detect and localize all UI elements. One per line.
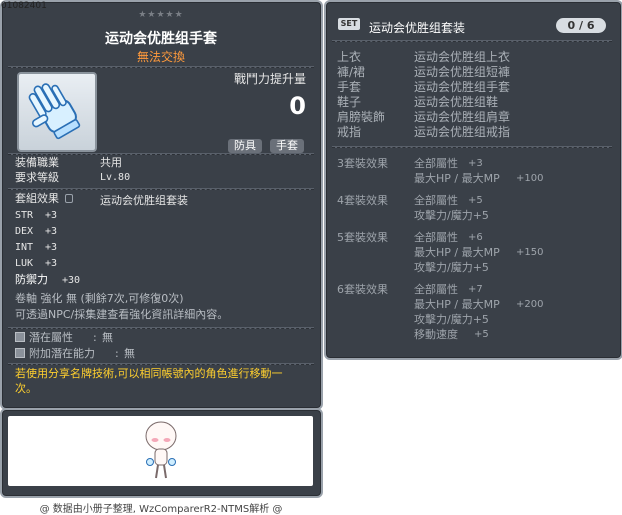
set-effect-value: +150 [516, 247, 544, 258]
bonus-potential-label: 附加潛在能力 [29, 347, 95, 360]
job-label: 装備職業 [15, 156, 59, 169]
set-effect-line: 攻擊力/魔力+5 [414, 209, 489, 222]
defense-value: +30 [62, 275, 81, 286]
set-effect-line: 移動速度 [414, 328, 458, 341]
power-increase-label: 戰鬥力提升量 [233, 72, 306, 86]
set-piece-slot: 肩膀裝飾 [337, 110, 386, 124]
potential-value: 無 [102, 331, 113, 344]
set-piece-slot: 手套 [337, 80, 362, 94]
checkbox-icon [15, 348, 25, 358]
set-effect-title: 5套裝效果 [337, 231, 388, 244]
potential-sep: : [93, 331, 97, 344]
set-piece-slot: 鞋子 [337, 95, 362, 109]
set-count: 0 / 6 [556, 18, 606, 33]
category-tag-gloves: 手套 [270, 139, 304, 153]
character-avatar [145, 421, 177, 479]
set-effect-value: +3 [468, 158, 483, 169]
set-effect-label: 套組效果 [15, 192, 73, 206]
set-piece-slot: 上衣 [337, 50, 362, 64]
set-effect-value: +200 [516, 299, 544, 310]
divider [8, 363, 314, 365]
item-icon-frame [17, 72, 97, 152]
stat-value: +3 [45, 226, 58, 237]
set-effect-line: 全部屬性 [414, 157, 458, 170]
set-badge: SET [338, 18, 360, 30]
item-title: 运动会优胜组手套 [105, 31, 217, 47]
set-piece-item: 运动会优胜组上衣 [414, 50, 511, 64]
star-rating: ★★★★★ [138, 10, 184, 20]
set-effect-line: 最大HP / 最大MP [414, 246, 500, 259]
set-piece-item: 运动会优胜组手套 [414, 80, 511, 94]
potential-row: 潛在屬性 [15, 331, 73, 345]
set-piece-item: 运动会优胜组鞋 [414, 95, 499, 109]
set-effect-value: +7 [468, 284, 483, 295]
set-effect-value: +100 [516, 173, 544, 184]
job-value: 共用 [100, 156, 122, 169]
stat-name: STR [15, 210, 34, 221]
stat-value: +3 [45, 242, 58, 253]
account-share-note-cont: 次。 [15, 382, 37, 395]
set-effect-value: +5 [468, 195, 483, 206]
account-share-note: 若使用分享名牌技術,可以相同帳號內的角色進行移動一 [15, 367, 283, 380]
set-effect-title: 6套裝效果 [337, 283, 388, 296]
set-effect-line: 攻擊力/魔力+5 [414, 261, 489, 274]
divider [8, 66, 314, 68]
stat-name: INT [15, 242, 34, 253]
set-piece-item: 运动会优胜组短褲 [414, 65, 511, 79]
potential-label: 潛在屬性 [29, 331, 73, 344]
stat-name: LUK [15, 258, 34, 269]
trade-restriction: 無法交換 [136, 50, 185, 64]
set-effect-title: 4套裝效果 [337, 194, 388, 207]
lock-icon [64, 194, 73, 203]
set-effect-line: 全部屬性 [414, 231, 458, 244]
level-value: Lv.80 [100, 172, 131, 183]
power-increase-value: 0 [289, 92, 306, 120]
divider [8, 188, 314, 190]
set-piece-slot: 褲/裙 [337, 65, 366, 79]
set-effect-line: 全部屬性 [414, 283, 458, 296]
set-effect-line: 全部屬性 [414, 194, 458, 207]
npc-info: 可透過NPC/採集建查看強化資訊詳細內容。 [15, 308, 229, 321]
category-tag-armor: 防具 [228, 139, 262, 153]
checkbox-icon [15, 332, 25, 342]
defense-label: 防禦力 [15, 273, 48, 286]
set-effect-value: +5 [474, 329, 489, 340]
stat-value: +3 [45, 210, 58, 221]
scroll-upgrade-info: 卷軸 強化 無 (剩餘7次,可修復0次) [15, 292, 184, 305]
stat-name: DEX [15, 226, 34, 237]
set-effect-title: 3套裝效果 [337, 157, 388, 170]
bonus-potential-sep: : [115, 347, 119, 360]
set-effect-line: 最大HP / 最大MP [414, 298, 500, 311]
set-piece-item: 运动会优胜组肩章 [414, 110, 511, 124]
bonus-potential-row: 附加潛在能力 [15, 347, 95, 361]
divider [8, 327, 314, 329]
bonus-potential-value: 無 [124, 347, 135, 360]
glove-icon [28, 83, 81, 140]
set-effect-line: 攻擊力/魔力+5 [414, 313, 489, 326]
set-name: 运动会优胜组套装 [369, 21, 466, 35]
set-effect-label-text: 套組效果 [15, 192, 59, 205]
stat-value: +3 [45, 258, 58, 269]
set-effect-value: 运动会优胜组套装 [100, 194, 188, 207]
divider [8, 153, 314, 155]
set-piece-slot: 戒指 [337, 125, 362, 139]
set-effect-value: +6 [468, 232, 483, 243]
set-effect-line: 最大HP / 最大MP [414, 172, 500, 185]
footer-credit: @ 数据由小册子整理, WzComparerR2-NTMS解析 @ [39, 504, 283, 515]
level-label: 要求等級 [15, 171, 59, 184]
divider [332, 146, 612, 148]
set-piece-item: 运动会优胜组戒指 [414, 125, 511, 139]
divider [332, 40, 612, 42]
